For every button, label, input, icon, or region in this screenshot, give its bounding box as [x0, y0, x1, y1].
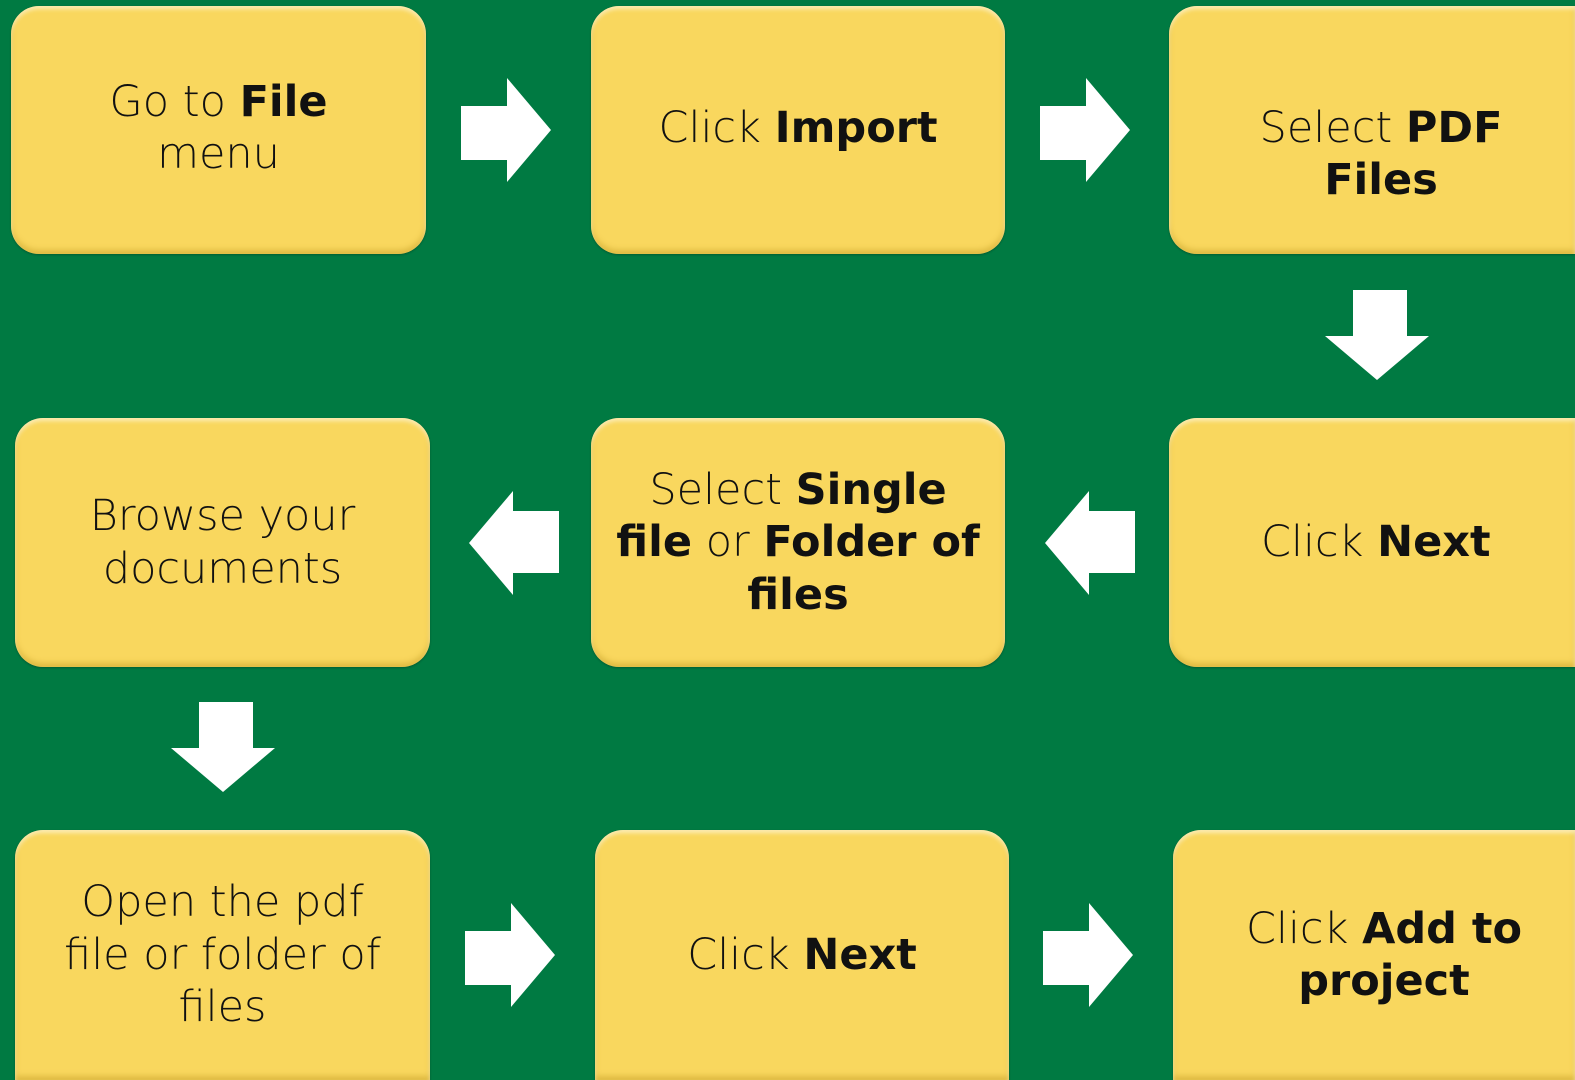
down-arrow-icon [1325, 290, 1429, 380]
step-text-bold: File [239, 76, 328, 127]
step-text-bold: files [747, 569, 849, 620]
step-click-next-2: Click Next [595, 830, 1009, 1080]
step-text-plain: Go to [109, 76, 240, 127]
right-arrow-icon [1043, 903, 1133, 1007]
step-text-plain: menu [157, 129, 280, 179]
step-click-add-to-project: Click Add to project [1173, 830, 1575, 1080]
step-text-bold: file [616, 517, 693, 568]
step-text-plain: documents [102, 543, 343, 594]
step-text: Click Next [1261, 516, 1491, 568]
step-text-plain: Click [658, 103, 775, 153]
right-arrow-icon [465, 903, 555, 1007]
step-text: Click Add to project [1246, 903, 1522, 1008]
step-text: Browse your documents [90, 490, 356, 595]
step-click-import: Click Import [591, 6, 1005, 254]
left-arrow-icon [469, 491, 559, 595]
step-text-bold: Import [774, 103, 938, 153]
step-text-bold: project [1298, 956, 1470, 1006]
step-text-plain: Click [687, 929, 804, 980]
step-go-to-file: Go to File menu [11, 6, 426, 254]
step-open-pdf: Open the pdf file or folder of files [15, 830, 430, 1080]
step-text-bold: Add to [1362, 903, 1523, 954]
step-text-plain: Select [1259, 103, 1406, 153]
step-text-bold: Next [1377, 517, 1491, 568]
step-text: Open the pdf file or folder of files [64, 876, 381, 1033]
down-arrow-icon [171, 702, 275, 792]
step-text-plain: file or folder of [64, 929, 381, 980]
step-text: Click Import [658, 102, 937, 154]
step-select-single-or-folder: Select Single file or Folder of files [591, 418, 1005, 667]
step-text-plain: Open the pdf [81, 877, 364, 928]
step-text-plain: Click [1245, 903, 1363, 954]
step-text-plain: Browse your [89, 491, 356, 542]
right-arrow-icon [1040, 78, 1130, 182]
step-text: Select PDF Files [1201, 102, 1561, 207]
step-text: Select Single file or Folder of files [616, 464, 979, 621]
step-text-plain: Click [1261, 517, 1378, 568]
step-text-plain: Select [649, 464, 796, 515]
step-text-bold: Single [795, 464, 947, 515]
step-click-next-1: Click Next [1169, 418, 1575, 667]
step-select-pdf-files: Select PDF Files [1169, 6, 1575, 254]
step-text: Go to File menu [109, 76, 327, 181]
right-arrow-icon [461, 78, 551, 182]
step-text-plain: or [692, 517, 764, 568]
step-text-plain: files [178, 982, 267, 1033]
step-text-bold: Folder of [763, 517, 980, 568]
left-arrow-icon [1045, 491, 1135, 595]
step-text-bold: Next [803, 929, 917, 980]
step-browse-documents: Browse your documents [15, 418, 430, 667]
step-text: Click Next [687, 929, 917, 981]
